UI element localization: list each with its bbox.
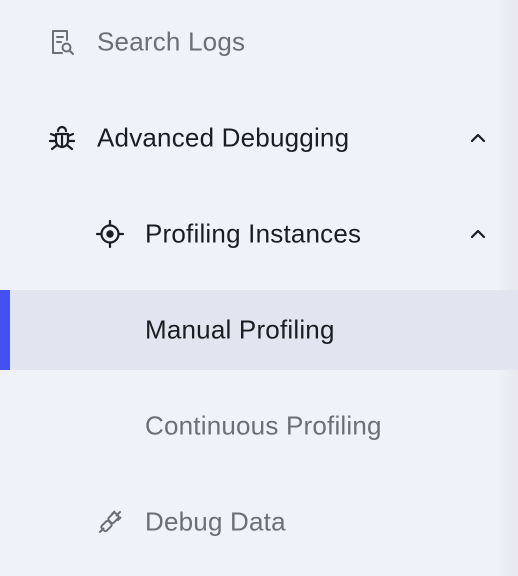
chevron-up-icon[interactable] [468,224,488,244]
sidebar-item-advanced-debugging[interactable]: Advanced Debugging [0,98,518,178]
sidebar-item-manual-profiling[interactable]: Manual Profiling [0,290,518,370]
crosshair-icon [95,219,125,249]
sidebar-item-search-logs[interactable]: Search Logs [0,2,518,82]
sidebar-item-label: Debug Data [145,506,286,537]
bug-icon [47,123,77,153]
sidebar-item-debug-data[interactable]: Debug Data [0,482,518,562]
sidebar-nav: Search Logs Advanced Debugging Profiling… [0,0,518,576]
search-document-icon [47,27,77,57]
sidebar-item-profiling-instances[interactable]: Profiling Instances [0,194,518,274]
sidebar-item-label: Profiling Instances [145,218,362,249]
sidebar-item-label: Continuous Profiling [145,410,382,441]
sidebar-item-label: Advanced Debugging [97,122,350,153]
sidebar-item-continuous-profiling[interactable]: Continuous Profiling [0,386,518,466]
sidebar-item-label: Search Logs [97,26,246,57]
plug-icon [95,507,125,537]
sidebar-item-label: Manual Profiling [145,314,335,345]
active-indicator [0,290,10,370]
chevron-up-icon[interactable] [468,128,488,148]
